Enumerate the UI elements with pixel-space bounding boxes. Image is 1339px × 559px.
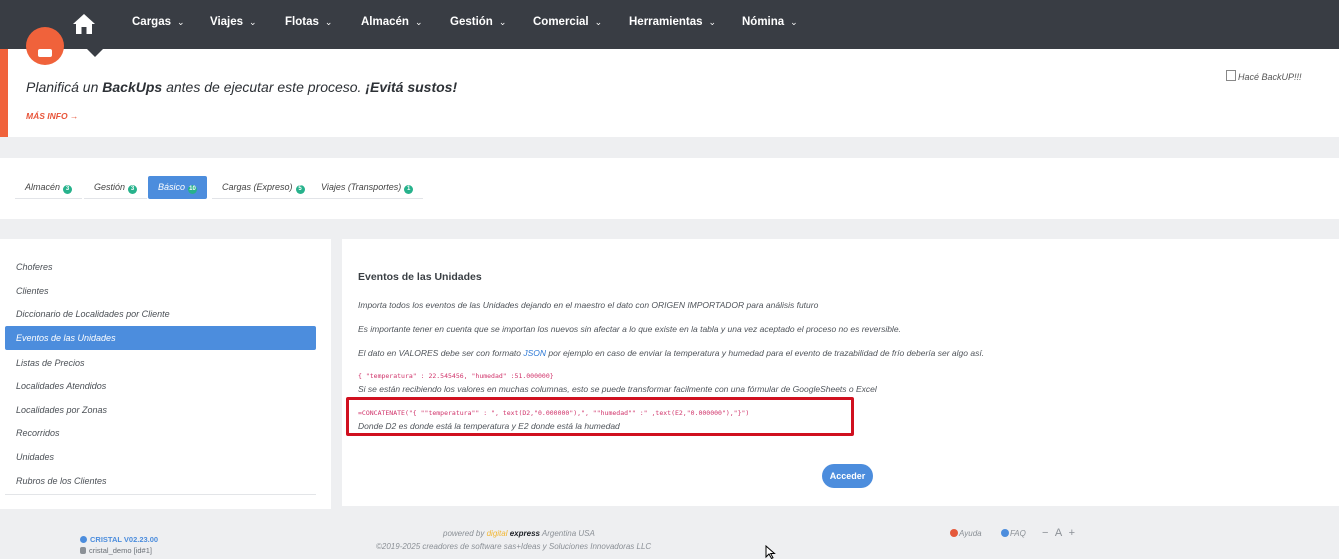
help-icon [950,529,958,537]
count-badge: 10 [188,185,198,194]
sidebar-item-choferes[interactable]: Choferes [5,255,316,279]
sidebar-item-listas-precios[interactable]: Listas de Precios [5,351,316,375]
chevron-down-icon: ⌄ [414,17,423,27]
backup-icon [26,27,64,65]
nav-item-gestion[interactable]: Gestión ⌄ [450,16,506,28]
nav-item-cargas[interactable]: Cargas ⌄ [132,16,185,28]
help-link[interactable]: Ayuda [950,529,982,538]
faq-link[interactable]: FAQ [1001,529,1026,538]
sidebar-item-localidades-zonas[interactable]: Localidades por Zonas [5,398,316,422]
acceder-button[interactable]: Acceder [822,464,873,488]
mouse-cursor-icon [765,545,776,559]
json-format-paragraph: El dato en VALORES debe ser con formato … [358,348,985,358]
page-title: Eventos de las Unidades [358,271,482,283]
description-paragraph: Importa todos los eventos de las Unidade… [358,300,819,310]
backup-banner: Planificá un BackUps antes de ejecutar e… [0,27,1339,137]
backup-image-placeholder[interactable]: Hacé BackUP!!! [1226,70,1302,82]
category-tabs: Almacén 3 Gestión 3 Básico 10 Cargas (Expre… [0,158,1339,219]
user-label: cristal_demo [id#1] [80,546,152,555]
database-icon [80,547,86,554]
sidebar-divider [5,494,316,495]
sidebar-item-unidades[interactable]: Unidades [5,445,316,469]
sidebar-item-rubros-clientes[interactable]: Rubros de los Clientes [5,469,316,493]
spreadsheet-tip-paragraph: Si se están recibiendo los valores en mu… [358,384,877,394]
tab-almacen[interactable]: Almacén 3 [15,176,83,199]
nav-item-comercial[interactable]: Comercial ⌄ [533,16,602,28]
version-label: CRISTAL V02.23.00 [80,535,158,544]
copyright: ©2019-2025 creadores de software sas+Ide… [376,542,652,551]
chevron-down-icon: ⌄ [790,17,798,27]
nav-item-nomina[interactable]: Nómina ⌄ [742,16,798,28]
sidebar-item-clientes[interactable]: Clientes [5,279,316,303]
nav-pointer [87,49,103,57]
footer: CRISTAL V02.23.00 cristal_demo [id#1] po… [0,512,1339,559]
warning-paragraph: Es importante tener en cuenta que se imp… [358,324,901,334]
count-badge: 5 [295,185,305,194]
powered-by: powered by digital express Argentina USA [443,529,595,538]
font-size-controls[interactable]: − A + [1042,527,1077,539]
nav-item-viajes[interactable]: Viajes ⌄ [210,16,257,28]
count-badge: 3 [63,185,73,194]
concatenate-formula-code: =CONCATENATE("{ ""temperatura"" : ", tex… [358,409,750,417]
chevron-down-icon: ⌄ [177,17,185,27]
chevron-down-icon: ⌄ [249,17,257,27]
chevron-down-icon: ⌄ [498,17,507,27]
json-link[interactable]: JSON [523,348,546,358]
sidebar-item-diccionario-localidades[interactable]: Diccionario de Localidades por Cliente [5,302,316,326]
sidebar-item-recorridos[interactable]: Recorridos [5,421,316,445]
tab-basico[interactable]: Básico 10 [148,176,208,199]
banner-message: Planificá un BackUps antes de ejecutar e… [26,79,458,95]
faq-icon [1001,529,1009,537]
more-info-link[interactable]: MÁS INFO → [26,111,78,121]
nav-item-almacen[interactable]: Almacén ⌄ [361,16,422,28]
chevron-down-icon: ⌄ [594,17,603,27]
nav-item-herramientas[interactable]: Herramientas ⌄ [629,16,716,28]
tab-cargas-expreso[interactable]: Cargas (Expreso) 5 [212,176,315,199]
home-icon[interactable] [72,13,96,35]
chevron-down-icon: ⌄ [708,17,717,27]
sidebar-item-localidades-atendidos[interactable]: Localidades Atendidos [5,374,316,398]
chevron-down-icon: ⌄ [324,17,333,27]
sidebar-item-eventos-unidades[interactable]: Eventos de las Unidades [5,326,316,350]
count-badge: 1 [404,185,414,194]
sidebar-menu: Choferes Clientes Diccionario de Localid… [0,239,331,509]
formula-explanation: Donde D2 es donde está la temperatura y … [358,421,620,431]
nav-item-flotas[interactable]: Flotas ⌄ [285,16,332,28]
count-badge: 3 [128,185,138,194]
top-navbar: Cargas ⌄ Viajes ⌄ Flotas ⌄ Almacén ⌄ Gestión… [0,0,1339,49]
tab-gestion[interactable]: Gestión 3 [84,176,148,199]
json-example-code: { "temperatura" : 22.545456, "humedad" :… [358,372,554,380]
banner-accent-bar [0,49,8,137]
tab-viajes-transportes[interactable]: Viajes (Transportes) 1 [311,176,424,199]
process-detail-panel: Eventos de las Unidades Importa todos lo… [342,239,1339,506]
